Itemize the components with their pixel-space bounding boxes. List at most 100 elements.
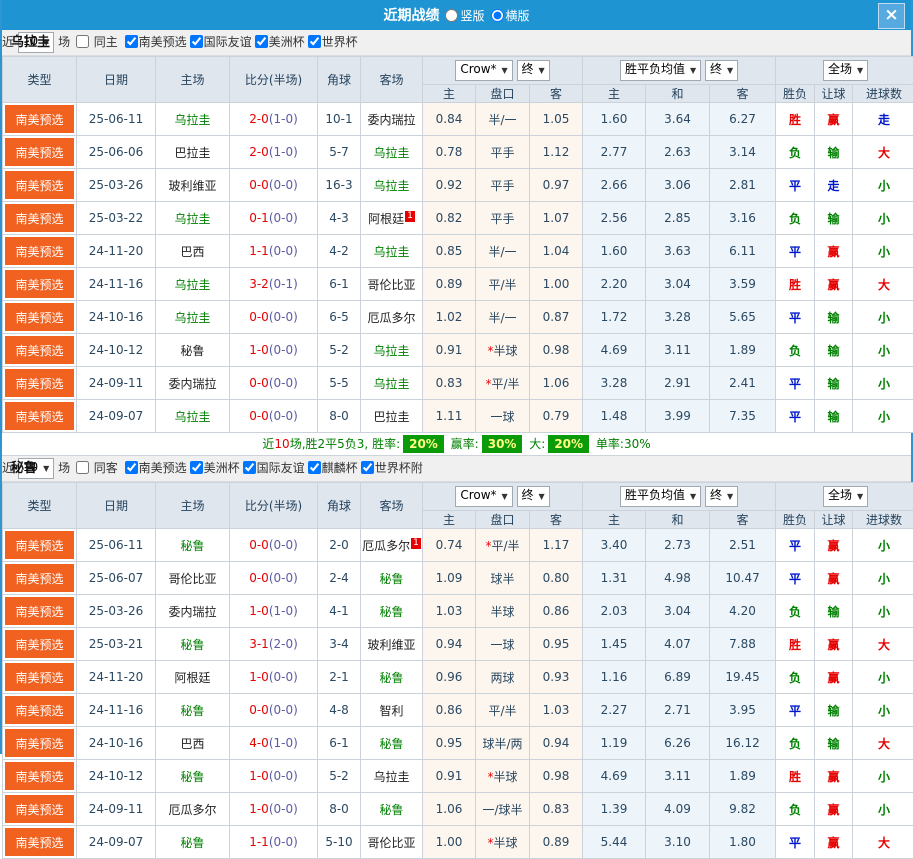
score-cell: 4-0(1-0) xyxy=(230,727,318,760)
result-group: 全场▼ xyxy=(776,57,913,85)
handicap-cell: 平/半 xyxy=(476,694,530,727)
avg-draw-cell: 3.63 xyxy=(646,235,710,268)
same-venue-checkbox[interactable] xyxy=(76,35,89,48)
league-filter[interactable]: 麒麟杯 xyxy=(307,461,358,475)
match-table: 类型 日期 主场 比分(半场) 角球 客场 Crow*▼ 终▼ 胜平负均值▼ 终… xyxy=(2,482,913,859)
result-wdl-cell: 平 xyxy=(776,235,815,268)
sub-handicap: 盘口 xyxy=(476,85,530,103)
final-odds-select[interactable]: 终▼ xyxy=(517,486,550,507)
avg-draw-cell: 4.09 xyxy=(646,793,710,826)
match-type-badge: 南美预选 xyxy=(5,138,74,166)
date-cell: 24-10-12 xyxy=(77,334,156,367)
league-filter[interactable]: 世界杯附 xyxy=(360,461,423,475)
result-goals-cell: 小 xyxy=(853,793,913,826)
match-type-badge: 南美预选 xyxy=(5,828,74,856)
odds-away-cell: 0.80 xyxy=(530,562,583,595)
corner-cell: 5-10 xyxy=(318,826,361,859)
league-checkbox[interactable] xyxy=(190,461,203,474)
home-team-cell: 秘鲁 xyxy=(156,628,230,661)
corner-cell: 6-1 xyxy=(318,268,361,301)
chevron-down-icon: ▼ xyxy=(690,492,696,501)
league-filter[interactable]: 美洲杯 xyxy=(189,461,240,475)
league-filter[interactable]: 国际友谊 xyxy=(242,461,305,475)
close-icon[interactable]: × xyxy=(878,3,905,29)
full-match-select[interactable]: 全场▼ xyxy=(823,60,868,81)
away-team-cell: 乌拉圭 xyxy=(361,334,423,367)
horizontal-radio[interactable] xyxy=(491,9,504,22)
layout-horizontal-option[interactable]: 横版 xyxy=(491,7,530,24)
result-wdl-cell: 胜 xyxy=(776,268,815,301)
odds-away-cell: 1.04 xyxy=(530,235,583,268)
odds-away-cell: 0.89 xyxy=(530,826,583,859)
full-match-select[interactable]: 全场▼ xyxy=(823,486,868,507)
odds-home-cell: 0.84 xyxy=(423,103,476,136)
wdl-average-select[interactable]: 胜平负均值▼ xyxy=(620,486,701,507)
avg-home-cell: 4.69 xyxy=(583,334,646,367)
horizontal-radio-label: 横版 xyxy=(506,7,530,24)
score-cell: 3-2(0-1) xyxy=(230,268,318,301)
league-checkbox[interactable] xyxy=(308,461,321,474)
away-team-cell: 厄瓜多尔1 xyxy=(361,529,423,562)
league-checkbox[interactable] xyxy=(255,35,268,48)
avg-home-cell: 1.45 xyxy=(583,628,646,661)
league-checkbox[interactable] xyxy=(361,461,374,474)
wdl-average-select[interactable]: 胜平负均值▼ xyxy=(620,60,701,81)
home-team-cell: 秘鲁 xyxy=(156,694,230,727)
score-cell: 0-0(0-0) xyxy=(230,562,318,595)
same-venue-filter[interactable]: 同主 xyxy=(75,35,122,49)
corner-cell: 5-2 xyxy=(318,334,361,367)
section-uruguay: 乌拉圭 近 10▼ 场 同主 南美预选国际友谊美洲杯世界杯 类型 xyxy=(2,30,911,456)
match-type-cell: 南美预选 xyxy=(3,826,77,859)
league-filter[interactable]: 南美预选 xyxy=(124,461,187,475)
odds-away-cell: 1.17 xyxy=(530,529,583,562)
col-home: 主场 xyxy=(156,57,230,103)
score-cell: 0-0(0-0) xyxy=(230,169,318,202)
sub-odds-home: 主 xyxy=(423,511,476,529)
avg-home-cell: 2.03 xyxy=(583,595,646,628)
league-filter[interactable]: 国际友谊 xyxy=(189,35,252,49)
final-avg-select[interactable]: 终▼ xyxy=(705,60,738,81)
final-avg-select[interactable]: 终▼ xyxy=(705,486,738,507)
score-cell: 1-0(1-0) xyxy=(230,595,318,628)
league-filter[interactable]: 世界杯 xyxy=(307,35,358,49)
league-checkbox[interactable] xyxy=(243,461,256,474)
chevron-down-icon: ▼ xyxy=(43,464,49,473)
league-filter[interactable]: 南美预选 xyxy=(124,35,187,49)
avg-draw-cell: 3.06 xyxy=(646,169,710,202)
result-handicap-cell: 走 xyxy=(815,169,853,202)
odds-away-cell: 0.98 xyxy=(530,334,583,367)
avg-away-cell: 2.81 xyxy=(710,169,776,202)
result-handicap-cell: 输 xyxy=(815,694,853,727)
league-checkbox[interactable] xyxy=(308,35,321,48)
same-venue-filter[interactable]: 同客 xyxy=(75,461,122,475)
result-handicap-cell: 赢 xyxy=(815,826,853,859)
home-team-cell: 秘鲁 xyxy=(156,334,230,367)
match-type-badge: 南美预选 xyxy=(5,762,74,790)
match-type-badge: 南美预选 xyxy=(5,105,74,133)
home-team-cell: 哥伦比亚 xyxy=(156,562,230,595)
result-handicap-cell: 赢 xyxy=(815,562,853,595)
final-odds-select[interactable]: 终▼ xyxy=(517,60,550,81)
sub-result-goals: 进球数 xyxy=(853,85,913,103)
odds-away-cell: 1.03 xyxy=(530,694,583,727)
league-checkbox[interactable] xyxy=(125,35,138,48)
odds-company-select[interactable]: Crow*▼ xyxy=(455,486,512,507)
titlebar: 近期战绩 竖版 横版 × xyxy=(2,0,911,30)
away-team-cell: 厄瓜多尔 xyxy=(361,301,423,334)
col-corner: 角球 xyxy=(318,57,361,103)
sub-result-handicap: 让球 xyxy=(815,85,853,103)
avg-group: 胜平负均值▼ 终▼ xyxy=(583,57,776,85)
league-checkbox[interactable] xyxy=(190,35,203,48)
league-filter[interactable]: 美洲杯 xyxy=(254,35,305,49)
avg-away-cell: 6.11 xyxy=(710,235,776,268)
layout-vertical-option[interactable]: 竖版 xyxy=(445,7,484,24)
league-checkbox[interactable] xyxy=(125,461,138,474)
same-venue-checkbox[interactable] xyxy=(76,461,89,474)
odds-home-cell: 0.92 xyxy=(423,169,476,202)
result-handicap-cell: 赢 xyxy=(815,760,853,793)
vertical-radio[interactable] xyxy=(445,9,458,22)
handicap-cell: *半球 xyxy=(476,334,530,367)
odds-company-select[interactable]: Crow*▼ xyxy=(455,60,512,81)
sub-avg-away: 客 xyxy=(710,511,776,529)
away-team-cell: 秘鲁 xyxy=(361,793,423,826)
